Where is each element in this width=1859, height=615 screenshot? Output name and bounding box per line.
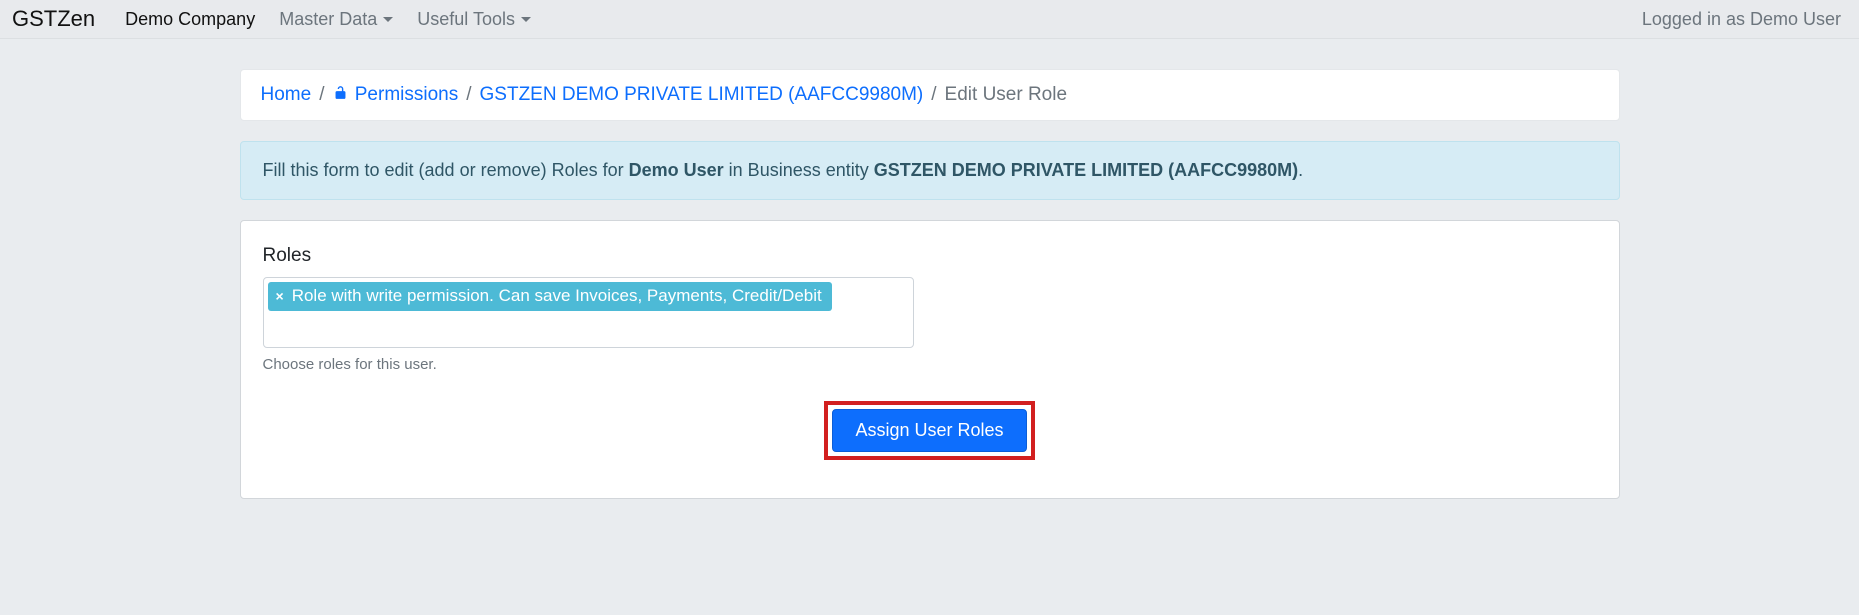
breadcrumb-home[interactable]: Home (261, 84, 312, 106)
nav-item-company[interactable]: Demo Company (125, 9, 255, 30)
nav-item-label: Useful Tools (417, 9, 515, 30)
remove-role-icon[interactable]: × (276, 289, 284, 303)
nav-item-master-data[interactable]: Master Data (279, 9, 393, 30)
nav-item-label: Demo Company (125, 9, 255, 30)
navbar: GSTZen Demo Company Master Data Useful T… (0, 0, 1859, 39)
alert-user: Demo User (629, 160, 724, 180)
highlight-annotation: Assign User Roles (824, 401, 1034, 460)
breadcrumb: Home / Permissions / GSTZEN DEMO PRIVATE… (240, 69, 1620, 121)
breadcrumb-separator: / (319, 84, 324, 106)
nav-user-menu[interactable]: Logged in as Demo User (1642, 9, 1847, 30)
roles-help-text: Choose roles for this user. (263, 356, 1597, 373)
edit-role-card: Roles × Role with write permission. Can … (240, 220, 1620, 499)
navbar-brand[interactable]: GSTZen (12, 6, 95, 32)
unlock-icon (332, 84, 354, 105)
nav-item-label: Master Data (279, 9, 377, 30)
alert-text-prefix: Fill this form to edit (add or remove) R… (263, 160, 629, 180)
breadcrumb-separator: / (466, 84, 471, 106)
info-alert: Fill this form to edit (add or remove) R… (240, 141, 1620, 200)
breadcrumb-permissions[interactable]: Permissions (332, 84, 458, 106)
roles-label: Roles (263, 245, 1597, 267)
role-tag: × Role with write permission. Can save I… (268, 282, 832, 311)
breadcrumb-permissions-label: Permissions (355, 84, 458, 105)
chevron-down-icon (383, 17, 393, 22)
submit-row: Assign User Roles (263, 401, 1597, 460)
nav-item-useful-tools[interactable]: Useful Tools (417, 9, 531, 30)
breadcrumb-entity[interactable]: GSTZEN DEMO PRIVATE LIMITED (AAFCC9980M) (480, 84, 924, 106)
alert-text-suffix: . (1298, 160, 1303, 180)
nav-user-label: Logged in as Demo User (1642, 9, 1841, 30)
alert-text-mid: in Business entity (724, 160, 874, 180)
breadcrumb-current: Edit User Role (945, 84, 1068, 106)
assign-user-roles-button[interactable]: Assign User Roles (832, 409, 1026, 452)
alert-entity: GSTZEN DEMO PRIVATE LIMITED (AAFCC9980M) (874, 160, 1298, 180)
breadcrumb-separator: / (931, 84, 936, 106)
role-tag-label: Role with write permission. Can save Inv… (292, 286, 822, 306)
chevron-down-icon (521, 17, 531, 22)
roles-multiselect[interactable]: × Role with write permission. Can save I… (263, 277, 914, 348)
